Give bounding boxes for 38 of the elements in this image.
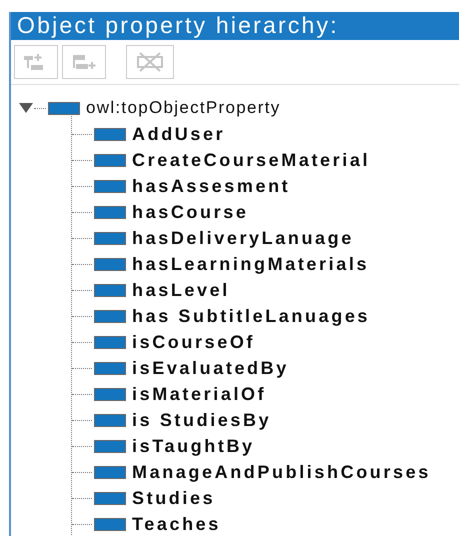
tree-item[interactable]: CreateCourseMaterial [132,150,370,170]
property-icon [94,284,126,296]
property-icon [94,258,126,270]
collapse-triangle-icon[interactable] [19,102,33,114]
property-icon [94,336,126,348]
property-icon [94,154,126,166]
tree-item[interactable]: hasCourse [132,202,248,222]
property-icon [94,492,126,504]
property-icon [94,414,126,426]
property-icon [94,310,126,322]
add-sibling-icon [71,52,97,72]
property-icon [94,206,126,218]
property-icon [48,102,80,114]
tree-item[interactable]: ManageAndPublishCourses [132,462,431,482]
tree-item[interactable]: isCourseOf [132,332,256,352]
property-icon [94,362,126,374]
property-icon [94,180,126,192]
tree-item[interactable]: Studies [132,488,216,508]
property-icon [94,466,126,478]
tree-item[interactable]: hasLearningMaterials [132,254,370,274]
property-icon [94,232,126,244]
tree-item[interactable]: owl:topObjectProperty [86,98,281,118]
tree-item[interactable]: hasDeliveryLanuage [132,228,354,248]
delete-icon [135,51,165,73]
tree-item[interactable]: Teaches [132,514,221,534]
tree-item[interactable]: hasLevel [132,280,230,300]
tree-item[interactable]: has SubtitleLanuages [132,306,370,326]
tree-item[interactable]: AddUser [132,124,226,144]
panel-title: Object property hierarchy: [11,12,459,40]
tree-item[interactable]: isEvaluatedBy [132,358,289,378]
tree-item[interactable]: hasAssesment [132,176,290,196]
tree-item[interactable]: isTaughtBy [132,436,255,456]
tree-item[interactable]: isMaterialOf [132,384,266,404]
property-icon [94,128,126,140]
tree-item[interactable]: is StudiesBy [132,410,272,430]
property-icon [94,518,126,530]
property-icon [94,440,126,452]
property-icon [94,388,126,400]
